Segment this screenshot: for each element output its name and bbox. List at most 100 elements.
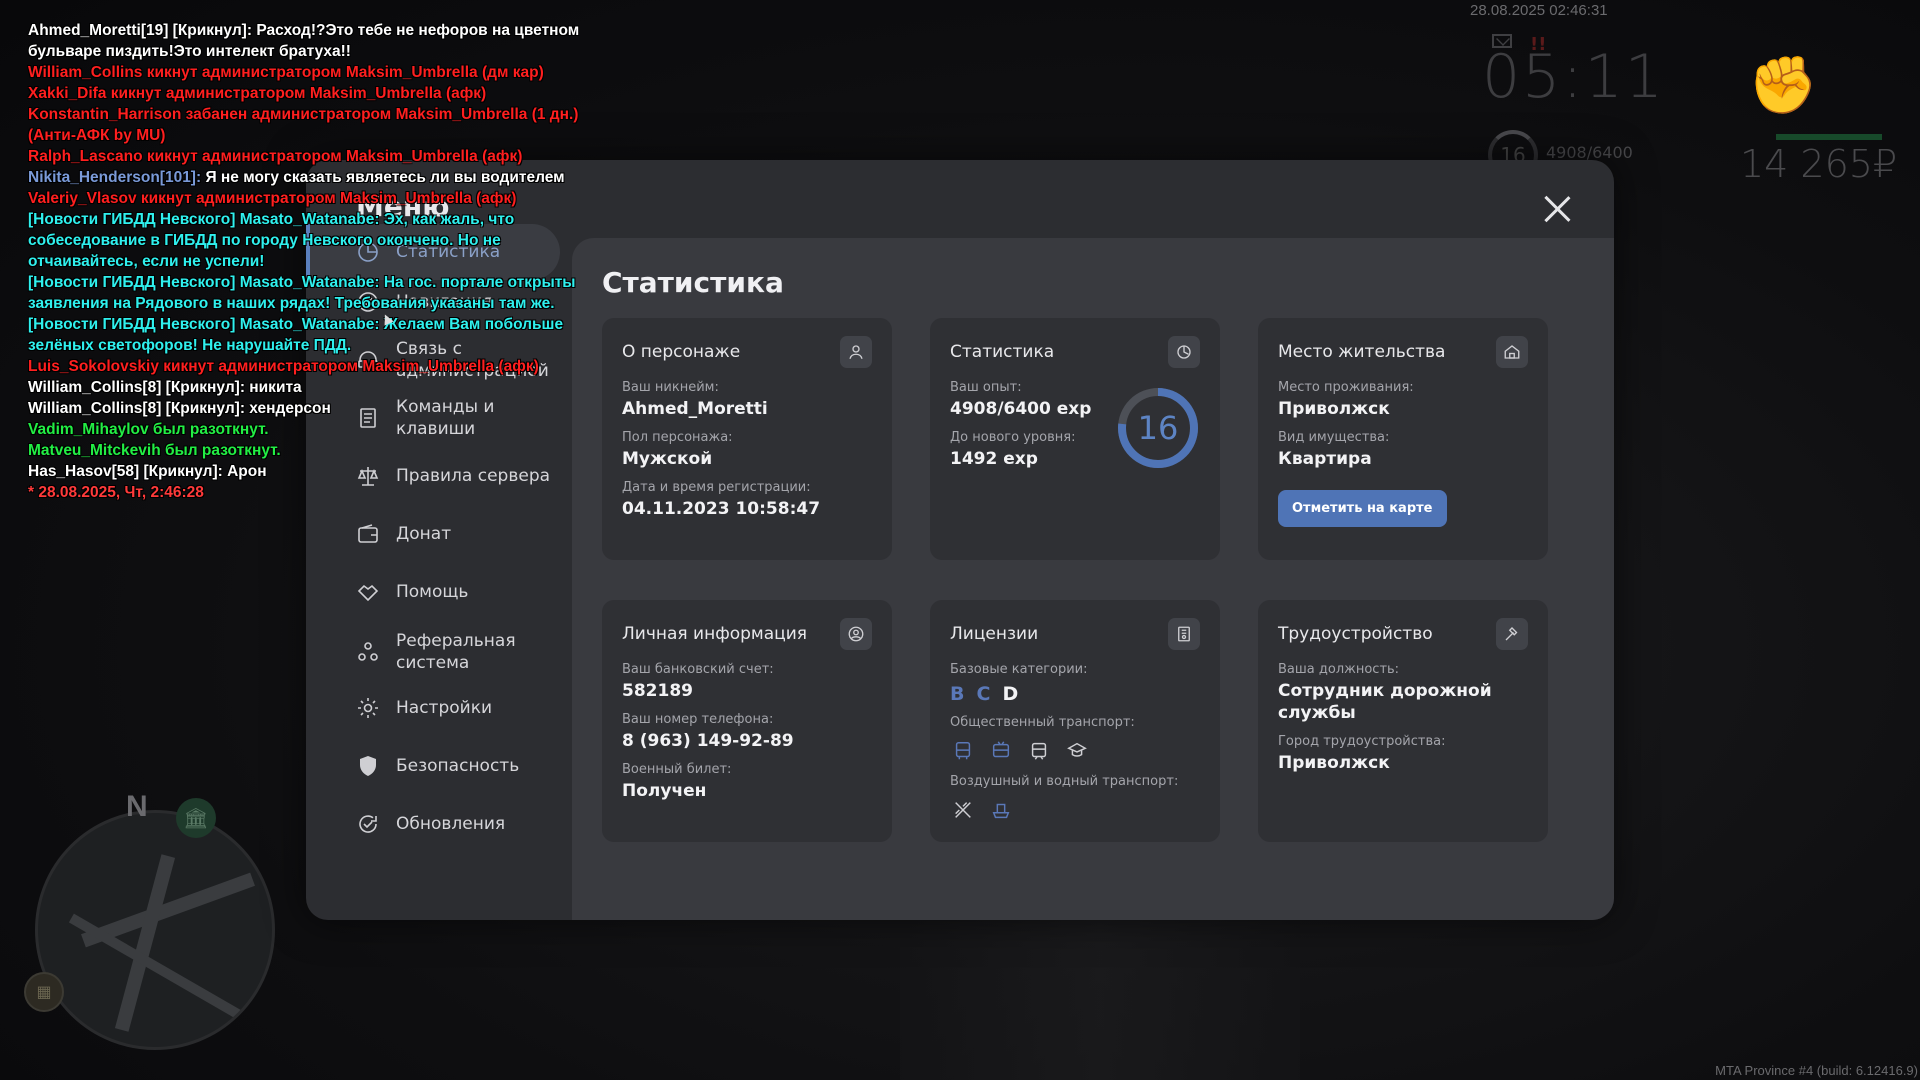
category-b: B	[950, 683, 965, 705]
field-label: Пол персонажа:	[622, 430, 733, 445]
sidebar-item-help[interactable]: Помощь	[326, 580, 572, 604]
sidebar-item-updates[interactable]: Обновления	[326, 812, 572, 836]
field-label: Ваш номер телефона:	[622, 712, 774, 727]
sidebar-item-label: Реферальная система	[396, 631, 516, 673]
sidebar-item-label: Настройки	[396, 698, 493, 718]
chat-line: Xakki_Difa кикнут администратором Maksim…	[28, 83, 588, 104]
chat-line: Ralph_Lascano кикнут администратором Mak…	[28, 146, 588, 167]
hud-clock: 05:11	[1482, 42, 1665, 112]
hud-money: 14 265₽	[1740, 142, 1898, 186]
card-licenses: Лицензии Базовые категории: B C D Общест…	[930, 600, 1220, 842]
card-employment: Трудоустройство Ваша должность: Сотрудни…	[1258, 600, 1548, 842]
hud-datetime: 28.08.2025 02:46:31	[1470, 2, 1608, 19]
phone-value: 8 (963) 149-92-89	[622, 731, 794, 751]
house-icon	[1496, 336, 1528, 368]
bank-icon: 🏛	[176, 798, 216, 838]
card-title: Статистика	[950, 342, 1055, 362]
sidebar-item-label: Помощь	[396, 582, 469, 602]
category-c: C	[976, 683, 991, 705]
chat-text: Ahmed_Moretti[19] [Крикнул]: Расход!?Это…	[28, 22, 580, 60]
gear-icon	[356, 696, 380, 720]
minimap	[35, 810, 275, 1050]
chat-line: Has_Hasov[58] [Крикнул]: Арон	[28, 461, 588, 482]
chat-text: Luis_Sokolovskiy кикнут администратором …	[28, 358, 539, 375]
chat-text: Konstantin_Harrison забанен администрато…	[28, 106, 579, 144]
chat-text: Valeriy_Vlasov кикнут администратором Ma…	[28, 190, 517, 207]
chat-line: Valeriy_Vlasov кикнут администратором Ma…	[28, 188, 588, 209]
bus-icon	[950, 738, 976, 764]
chat-text: Nikita_Henderson[101]:	[28, 169, 206, 186]
chat-line: [Новости ГИБДД Невского] Masato_Watanabe…	[28, 209, 588, 272]
category-d: D	[1002, 683, 1019, 705]
pie-clock-icon	[1168, 336, 1200, 368]
chat-line: William_Collins кикнут администратором M…	[28, 62, 588, 83]
mark-on-map-button[interactable]: Отметить на карте	[1278, 490, 1447, 527]
military-value: Получен	[622, 781, 707, 801]
close-icon[interactable]	[1540, 192, 1574, 226]
wallet-icon	[356, 522, 380, 546]
chat-line: Luis_Sokolovskiy кикнут администратором …	[28, 356, 588, 377]
level-number: 16	[1137, 409, 1179, 447]
chat-text: Vadim_Mihaylov был разоткнут.	[28, 421, 269, 438]
sidebar-item-security[interactable]: Безопасность	[326, 754, 572, 778]
content-panel: Статистика О персонаже Ваш никнейм: Ahme…	[572, 238, 1614, 920]
chat-line: Nikita_Henderson[101]: Я не могу сказать…	[28, 167, 588, 188]
field-label: Ваш никнейм:	[622, 380, 719, 395]
sidebar-item-referral[interactable]: Реферальная система	[326, 630, 572, 674]
gender-value: Мужской	[622, 449, 713, 469]
chat-line: Matveu_Mitckevih был разоткнут.	[28, 440, 588, 461]
user-circle-icon	[840, 618, 872, 650]
tram-icon	[1026, 738, 1052, 764]
card-title: Личная информация	[622, 624, 808, 644]
health-bar	[1776, 134, 1882, 140]
position-value: Сотрудник дорожной службы	[1278, 681, 1492, 723]
chat-text: Я не могу сказать являетесь ли вы водите…	[205, 169, 565, 186]
sidebar-item-label: Донат	[396, 524, 452, 544]
driver-cap-icon	[1064, 738, 1090, 764]
card-residence: Место жительства Место проживания: Приво…	[1258, 318, 1548, 560]
property-type-value: Квартира	[1278, 449, 1372, 469]
card-title: Лицензии	[950, 624, 1039, 644]
nickname-value: Ahmed_Moretti	[622, 399, 768, 419]
chat-line: William_Collins[8] [Крикнул]: хендерсон	[28, 398, 588, 419]
field-label: Вид имущества:	[1278, 430, 1390, 445]
sidebar-item-donate[interactable]: Донат	[326, 522, 572, 546]
card-character: О персонаже Ваш никнейм: Ahmed_Moretti П…	[602, 318, 892, 560]
license-categories: B C D	[950, 683, 1200, 705]
field-label: Ваш банковский счет:	[622, 662, 774, 677]
bank-account-value: 582189	[622, 681, 693, 701]
page-title: Статистика	[602, 266, 784, 299]
build-version: MTA Province #4 (build: 6.12416.9)	[1715, 1063, 1918, 1078]
card-personal: Личная информация Ваш банковский счет: 5…	[602, 600, 892, 842]
license-icon	[1168, 618, 1200, 650]
chat-text: [Новости ГИБДД Невского] Masato_Watanabe…	[28, 274, 576, 312]
sidebar-item-label: Безопасность	[396, 756, 520, 776]
sidebar-item-settings[interactable]: Настройки	[326, 696, 572, 720]
registration-value: 04.11.2023 10:58:47	[622, 499, 821, 519]
air-water-icons	[950, 797, 1200, 823]
chat-text: * 28.08.2025, Чт, 2:46:28	[28, 484, 204, 501]
residence-value: Приволжск	[1278, 399, 1390, 419]
chat-line: Vadim_Mihaylov был разоткнут.	[28, 419, 588, 440]
field-label: Военный билет:	[622, 762, 732, 777]
chat-line: [Новости ГИБДД Невского] Masato_Watanabe…	[28, 272, 588, 314]
shield-icon	[356, 754, 380, 778]
minimap-road	[68, 913, 248, 1023]
fist-icon: ✊	[1748, 53, 1818, 118]
work-city-value: Приволжск	[1278, 753, 1390, 773]
field-label: Базовые категории:	[950, 662, 1088, 677]
handshake-icon	[356, 580, 380, 604]
chat-log: Ahmed_Moretti[19] [Крикнул]: Расход!?Это…	[28, 20, 588, 503]
field-label: Город трудоустройства:	[1278, 734, 1446, 749]
card-title: Трудоустройство	[1278, 624, 1433, 644]
sidebar-item-label: Обновления	[396, 814, 506, 834]
refresh-check-icon	[356, 812, 380, 836]
chat-line: Konstantin_Harrison забанен администрато…	[28, 104, 588, 146]
hammer-icon	[1496, 618, 1528, 650]
level-ring: 16	[1116, 386, 1200, 470]
chat-line: William_Collins[8] [Крикнул]: никита	[28, 377, 588, 398]
chat-text: Ralph_Lascano кикнут администратором Mak…	[28, 148, 523, 165]
chat-text: William_Collins кикнут администратором M…	[28, 64, 544, 81]
person-icon	[840, 336, 872, 368]
people-icon	[356, 640, 380, 664]
